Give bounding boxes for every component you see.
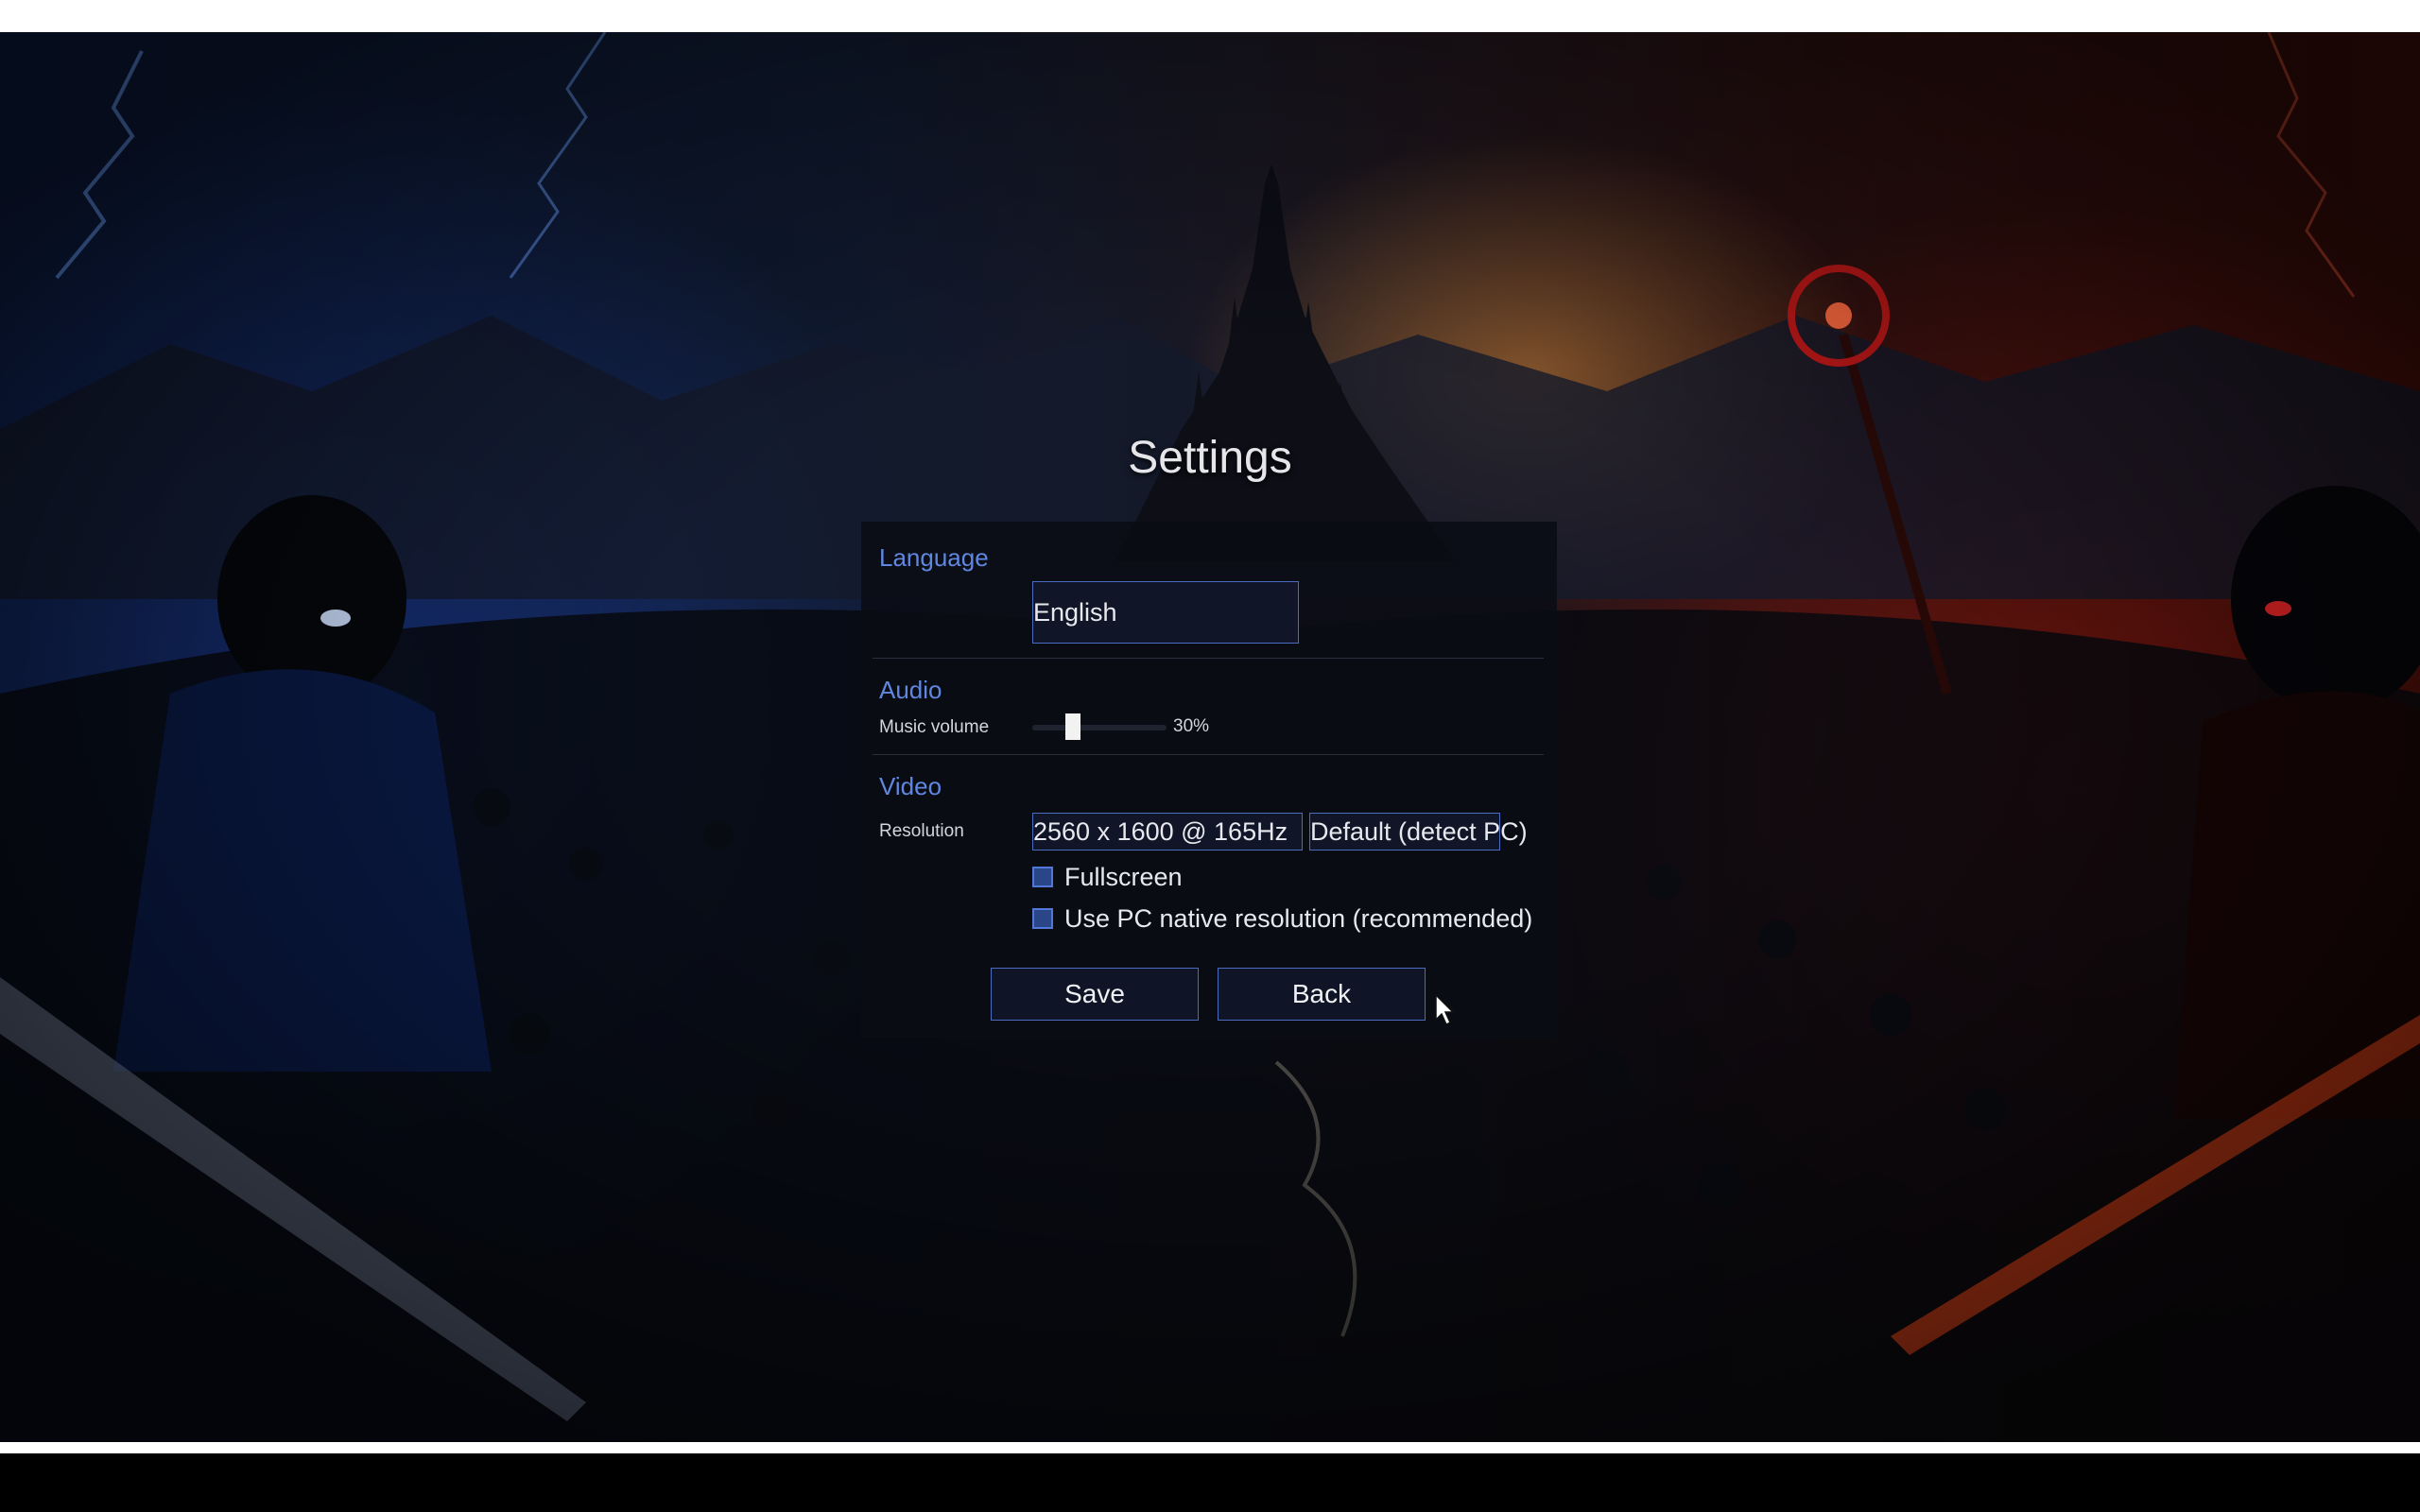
- fullscreen-label: Fullscreen: [1064, 863, 1183, 891]
- window-bottom-bar: [0, 1442, 2420, 1453]
- native-resolution-label: Use PC native resolution (recommended): [1064, 904, 1533, 933]
- back-button[interactable]: Back: [1218, 968, 1426, 1021]
- mouse-pointer-icon: [1435, 994, 1455, 1026]
- resolution-mode-select[interactable]: Default (detect PC): [1309, 813, 1528, 850]
- music-volume-slider[interactable]: [1032, 713, 1167, 740]
- window-top-bar: [0, 0, 2420, 32]
- video-section-title: Video: [879, 772, 942, 800]
- settings-panel: Language English Audio Music volume 30% …: [861, 522, 1557, 1038]
- resolution-label: Resolution: [879, 821, 964, 841]
- language-select[interactable]: English: [1032, 581, 1299, 644]
- resolution-select-value: 2560 x 1600 @ 165Hz: [1033, 817, 1288, 846]
- fullscreen-checkbox[interactable]: [1032, 867, 1053, 887]
- page-title: Settings: [1128, 433, 1292, 483]
- resolution-mode-value: Default (detect PC): [1310, 817, 1528, 846]
- native-resolution-checkbox[interactable]: [1032, 908, 1053, 929]
- section-divider: [873, 754, 1544, 755]
- language-section-title: Language: [879, 543, 989, 572]
- music-volume-slider-handle[interactable]: [1064, 713, 1080, 740]
- audio-section-title: Audio: [879, 676, 942, 704]
- section-divider: [873, 658, 1544, 659]
- save-button[interactable]: Save: [991, 968, 1199, 1021]
- resolution-select[interactable]: 2560 x 1600 @ 165Hz: [1032, 813, 1303, 850]
- language-select-value: English: [1033, 598, 1117, 627]
- music-volume-label: Music volume: [879, 717, 990, 737]
- music-volume-value: 30%: [1173, 716, 1210, 736]
